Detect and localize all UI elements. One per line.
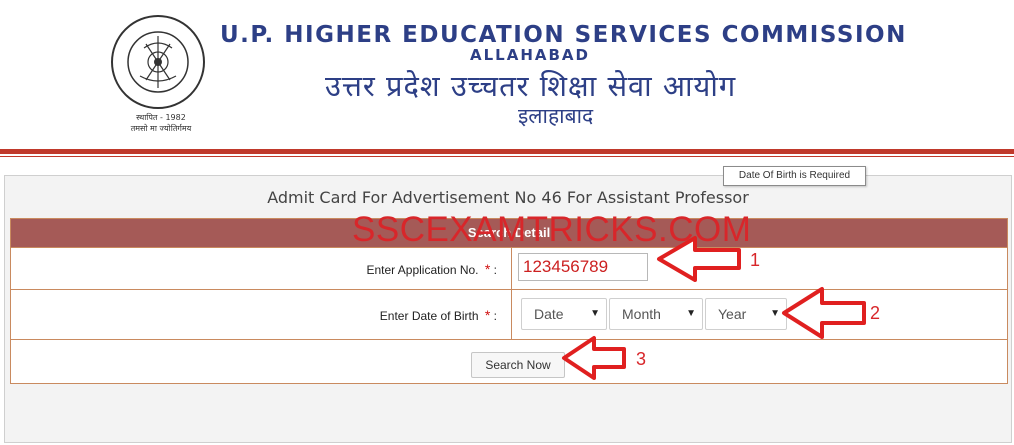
commission-title-en: U.P. HIGHER EDUCATION SERVICES COMMISSIO… bbox=[220, 22, 907, 48]
chevron-down-icon: ▼ bbox=[686, 308, 696, 319]
step-number-1: 1 bbox=[750, 250, 761, 270]
step-number-3: 3 bbox=[636, 349, 647, 369]
application-row: Enter Application No. * : 123456789 bbox=[11, 247, 1007, 289]
annotation-arrow-3 bbox=[562, 336, 626, 380]
dob-label: Enter Date of Birth * : bbox=[380, 307, 497, 323]
commission-title-hi: उत्तर प्रदेश उच्चतर शिक्षा सेवा आयोग bbox=[325, 69, 737, 103]
watermark-text: SSCEXAMTRICKS.COM bbox=[352, 210, 752, 249]
chevron-down-icon: ▼ bbox=[590, 308, 600, 319]
application-label-text: Enter Application No. bbox=[366, 263, 479, 277]
month-select[interactable]: Month ▼ bbox=[609, 298, 703, 330]
search-row: Search Now bbox=[11, 339, 1007, 383]
annotation-arrow-2 bbox=[782, 287, 866, 339]
required-mark: * bbox=[484, 307, 491, 323]
year-select-value: Year bbox=[718, 306, 747, 322]
header-divider bbox=[0, 149, 1014, 154]
label-colon: : bbox=[493, 309, 497, 323]
seal-year: स्थापित - 1982 bbox=[136, 113, 186, 122]
application-number-input[interactable]: 123456789 bbox=[518, 253, 648, 281]
search-now-button[interactable]: Search Now bbox=[471, 352, 565, 378]
commission-city-en: ALLAHABAD bbox=[470, 46, 590, 64]
dob-required-tooltip: Date Of Birth is Required bbox=[723, 166, 866, 186]
required-mark: * bbox=[484, 261, 491, 277]
chevron-down-icon: ▼ bbox=[770, 308, 780, 319]
label-colon: : bbox=[493, 263, 497, 277]
commission-city-hi: इलाहाबाद bbox=[518, 104, 594, 128]
header-divider-thin bbox=[0, 156, 1014, 157]
seal-motto: तमसो मा ज्योतिर्गमय bbox=[130, 124, 192, 133]
step-number-2: 2 bbox=[870, 303, 881, 323]
panel-title: Admit Card For Advertisement No 46 For A… bbox=[267, 188, 749, 207]
seal-caption: स्थापित - 1982 तमसो मा ज्योतिर्गमय bbox=[116, 112, 206, 134]
year-select[interactable]: Year ▼ bbox=[705, 298, 787, 330]
site-header: स्थापित - 1982 तमसो मा ज्योतिर्गमय U.P. … bbox=[0, 0, 1014, 158]
dob-label-text: Enter Date of Birth bbox=[379, 309, 479, 323]
commission-seal-logo bbox=[111, 15, 205, 109]
application-label: Enter Application No. * : bbox=[366, 261, 497, 277]
month-select-value: Month bbox=[622, 306, 661, 322]
column-divider bbox=[511, 248, 512, 289]
column-divider bbox=[511, 290, 512, 339]
date-select[interactable]: Date ▼ bbox=[521, 298, 607, 330]
date-select-value: Date bbox=[534, 306, 564, 322]
